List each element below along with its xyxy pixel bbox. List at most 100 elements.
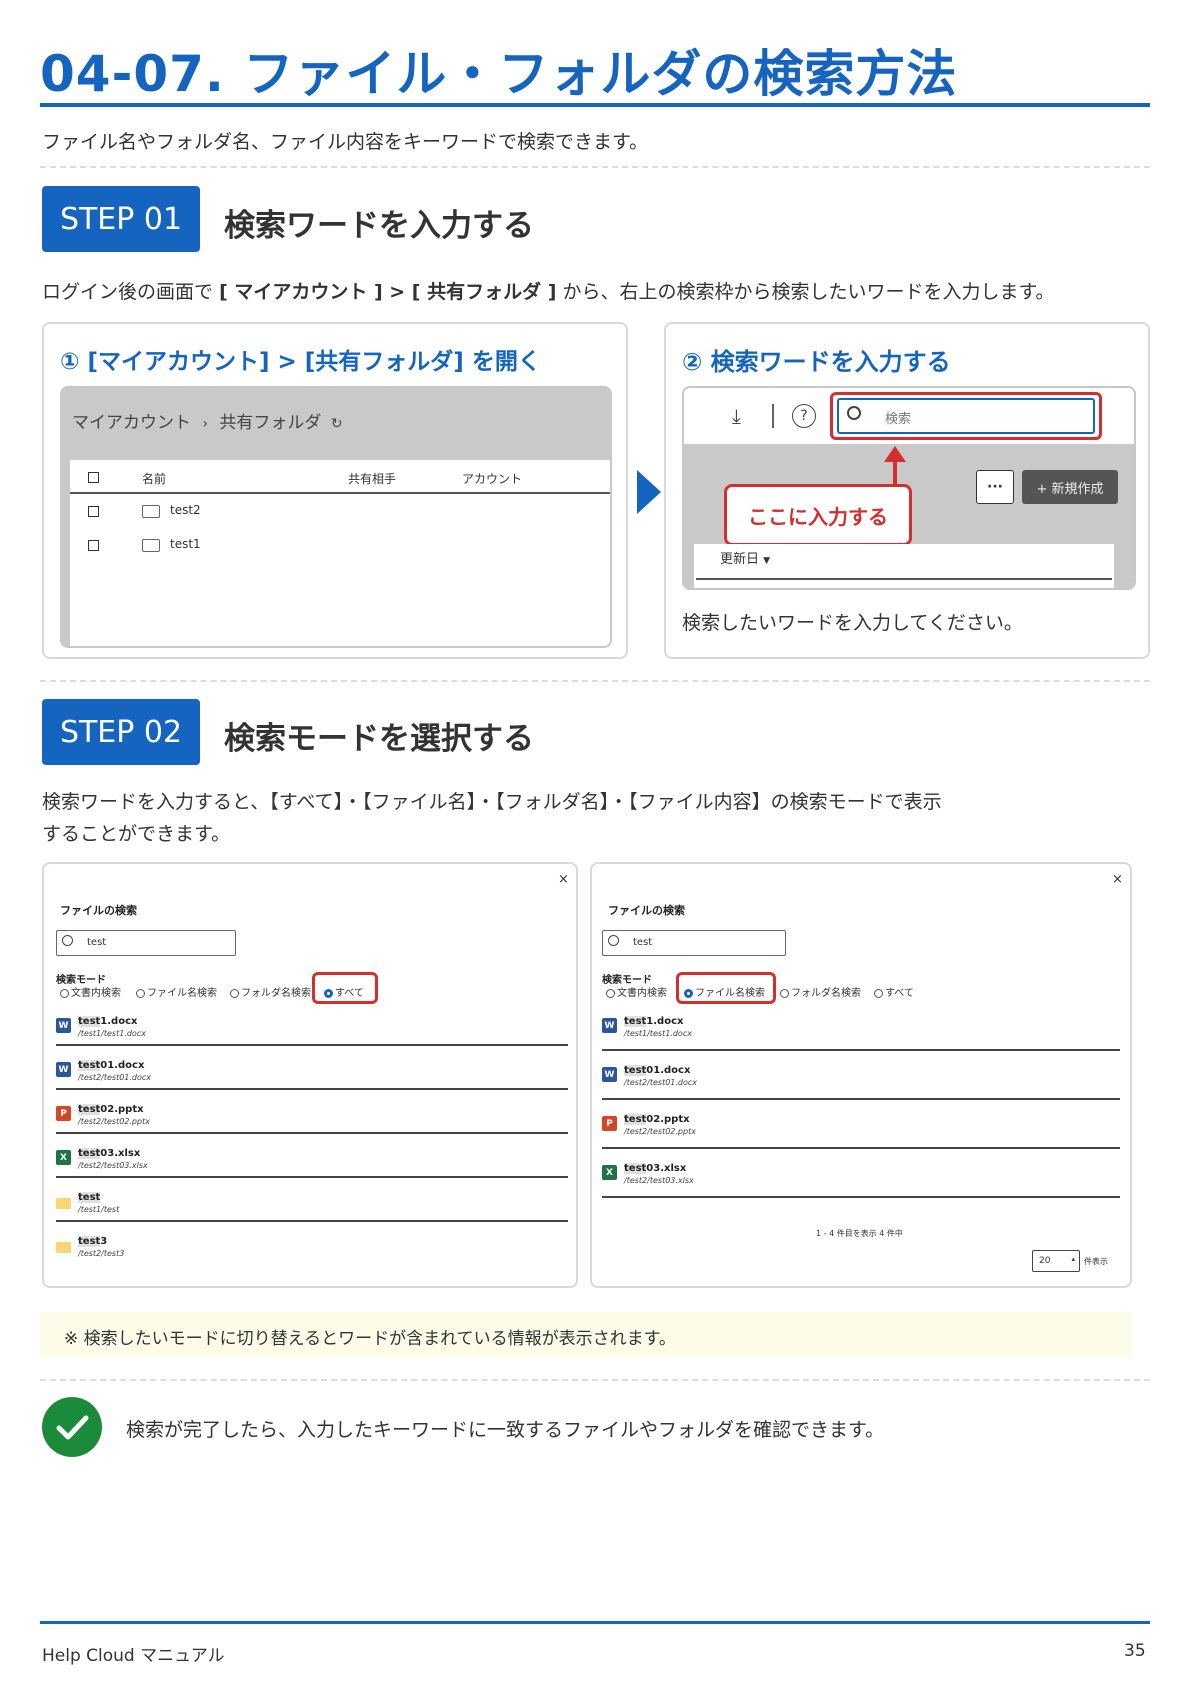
result-name[interactable]: test02.pptx [624,1114,690,1125]
column-shared-with: 共有相手 [348,472,397,486]
result-path: /test2/test01.docx [624,1078,698,1087]
intro-text: ファイル名やフォルダ名、ファイル内容をキーワードで検索できます。 [42,131,649,153]
result-name[interactable]: test01.docx [78,1060,144,1071]
result-name[interactable]: test1.docx [624,1016,683,1027]
chevron-updown-icon: ▴ [1071,1255,1075,1263]
sort-updated[interactable]: 更新日 ▼ [720,548,770,567]
result-separator [56,1220,568,1222]
dialog-title: ファイルの検索 [608,904,685,917]
mode-option[interactable]: フォルダ名検索 [780,984,861,999]
dialog-search-input[interactable]: test [602,930,786,956]
close-icon[interactable]: × [558,872,569,887]
result-row[interactable]: Ptest02.pptx/test2/test02.pptx [56,1104,568,1150]
mode-option[interactable]: フォルダ名検索 [230,984,311,999]
divider [40,166,1150,168]
folder-icon [56,1198,71,1209]
result-row[interactable]: Wtest1.docx/test1/test1.docx [56,1016,568,1062]
result-name[interactable]: test02.pptx [78,1104,144,1115]
result-row[interactable]: test3/test2/test3 [56,1236,568,1282]
excel-file-icon: X [56,1150,71,1165]
folder-row-test1[interactable]: test1 [170,537,201,551]
search-screenshot: ⤓ ? 検索 ここに入力する ··· + 新規作成 更新日 ▼ [682,386,1136,590]
result-path: /test2/test02.pptx [624,1127,696,1136]
breadcrumb: マイアカウント › 共有フォルダ ↻ [72,413,343,433]
page-number: 35 [1124,1641,1146,1661]
result-separator [602,1098,1120,1100]
step2-badge: STEP 02 [42,699,200,765]
result-separator [602,1147,1120,1149]
panel-open-shared-folder: ① [マイアカウント] > [共有フォルダ] を開く マイアカウント › 共有フ… [42,322,628,659]
search-icon [608,935,619,946]
step2-description: 検索ワードを入力すると、【すべて】・【ファイル名】・【フォルダ名】・【ファイル内… [42,791,942,845]
word-file-icon: W [56,1018,71,1033]
column-name[interactable]: 名前 [142,470,166,487]
refresh-icon[interactable]: ↻ [331,416,343,432]
help-icon[interactable]: ? [792,404,816,428]
download-icon[interactable]: ⤓ [732,404,741,428]
new-create-button[interactable]: + 新規作成 [1022,470,1118,504]
breadcrumb-root[interactable]: マイアカウント [72,413,191,433]
result-path: /test2/test3 [78,1249,125,1258]
panel1-heading: ① [マイアカウント] > [共有フォルダ] を開く [60,349,541,375]
powerpoint-file-icon: P [602,1116,617,1131]
search-icon [62,935,73,946]
step1-title: 検索ワードを入力する [224,208,534,244]
title-rule [40,103,1150,107]
shared-folder-screenshot: マイアカウント › 共有フォルダ ↻ 名前 共有相手 アカウント test2 t… [60,386,612,648]
mode-option[interactable]: 文書内検索 [60,984,121,999]
folder-icon [56,1242,71,1253]
result-separator [602,1196,1120,1198]
result-separator [56,1176,568,1178]
select-all-checkbox[interactable] [88,472,99,483]
result-row[interactable]: Xtest03.xlsx/test2/test03.xlsx [56,1148,568,1194]
file-table: 名前 共有相手 アカウント test2 test1 [70,460,610,646]
footer-rule [40,1621,1150,1624]
close-icon[interactable]: × [1112,872,1123,887]
result-name[interactable]: test03.xlsx [624,1163,686,1174]
per-page-label: 件表示 [1084,1257,1108,1266]
pagination-info: 1 - 4 件目を表示 4 件中 [816,1229,903,1238]
result-row[interactable]: Wtest01.docx/test2/test01.docx [602,1065,1120,1116]
result-name[interactable]: test1.docx [78,1016,137,1027]
result-row[interactable]: Ptest02.pptx/test2/test02.pptx [602,1114,1120,1165]
divider [40,680,1150,682]
shared-folder-icon [142,505,160,518]
mode-option[interactable]: ファイル名検索 [136,984,217,999]
result-path: /test2/test03.xlsx [78,1161,148,1170]
result-path: /test1/test [78,1205,120,1214]
search-input[interactable]: 検索 [837,398,1095,434]
search-dialog-all: × ファイルの検索 test 検索モード 文書内検索 ファイル名検索 フォルダ名… [42,862,578,1288]
more-button[interactable]: ··· [976,470,1014,504]
mode-option[interactable]: 文書内検索 [606,984,667,999]
chevron-down-icon: ▼ [763,556,771,566]
result-row[interactable]: Xtest03.xlsx/test2/test03.xlsx [602,1163,1120,1214]
step2-title: 検索モードを選択する [224,721,534,757]
word-file-icon: W [602,1018,617,1033]
result-path: /test2/test01.docx [78,1073,152,1082]
dialog-search-input[interactable]: test [56,930,236,956]
result-path: /test2/test02.pptx [78,1117,150,1126]
per-page-select[interactable]: 20 ▴ [1032,1250,1080,1272]
footer-title: Help Cloud マニュアル [42,1646,225,1666]
result-row[interactable]: Wtest01.docx/test2/test01.docx [56,1060,568,1106]
result-name[interactable]: test3 [78,1236,107,1247]
result-row[interactable]: Wtest1.docx/test1/test1.docx [602,1016,1120,1067]
row-checkbox[interactable] [88,540,99,551]
shared-folder-icon [142,539,160,552]
mode-option[interactable]: すべて [874,984,914,999]
folder-row-test2[interactable]: test2 [170,503,201,517]
result-name[interactable]: test [78,1192,101,1203]
powerpoint-file-icon: P [56,1106,71,1121]
result-name[interactable]: test01.docx [624,1065,690,1076]
result-path: /test1/test1.docx [78,1029,146,1038]
step1-path: [ マイアカウント ] > [ 共有フォルダ ] [219,281,557,303]
row-checkbox[interactable] [88,506,99,517]
column-account: アカウント [462,472,523,486]
mode-option-selected[interactable]: すべて [324,984,364,999]
completion-text: 検索が完了したら、入力したキーワードに一致するファイルやフォルダを確認できます。 [126,1419,885,1441]
mode-option-selected[interactable]: ファイル名検索 [684,984,765,999]
result-row[interactable]: test/test1/test [56,1192,568,1238]
result-name[interactable]: test03.xlsx [78,1148,140,1159]
result-separator [56,1044,568,1046]
result-path: /test1/test1.docx [624,1029,692,1038]
